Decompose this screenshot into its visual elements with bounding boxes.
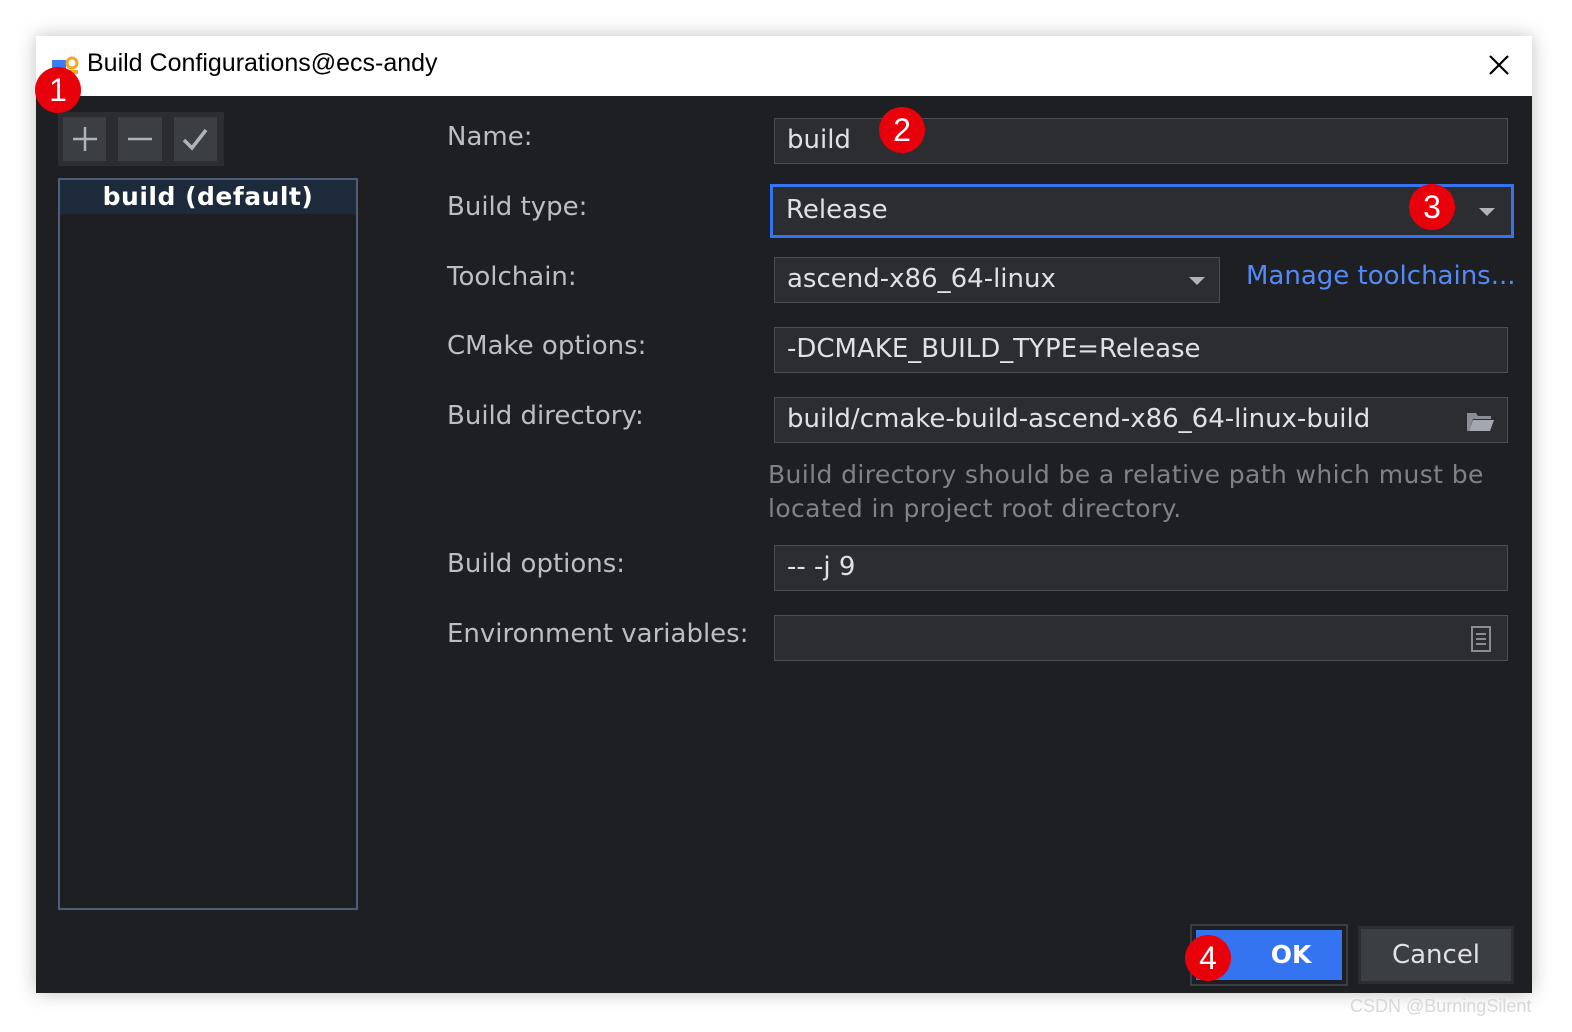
name-label: Name:	[447, 122, 533, 152]
close-button[interactable]	[1482, 48, 1516, 82]
toolchain-select[interactable]: ascend-x86_64-linux	[774, 257, 1220, 303]
folder-icon[interactable]	[1465, 407, 1495, 435]
annotation-marker-1: 1	[35, 67, 81, 113]
build-options-value: -- -j 9	[787, 552, 856, 582]
cmake-options-value: -DCMAKE_BUILD_TYPE=Release	[787, 334, 1201, 364]
config-list: build (default)	[58, 178, 358, 910]
apply-config-button[interactable]	[173, 117, 217, 161]
cancel-button[interactable]: Cancel	[1358, 926, 1514, 984]
env-vars-input[interactable]	[774, 615, 1508, 661]
edit-list-icon[interactable]	[1469, 625, 1493, 653]
manage-toolchains-link[interactable]: Manage toolchains...	[1246, 261, 1516, 291]
annotation-marker-2: 2	[879, 107, 925, 153]
add-config-button[interactable]	[63, 117, 107, 161]
build-options-input[interactable]: -- -j 9	[774, 545, 1508, 591]
build-directory-input[interactable]: build/cmake-build-ascend-x86_64-linux-bu…	[774, 397, 1508, 443]
check-icon	[183, 128, 208, 151]
window-title: Build Configurations@ecs-andy	[87, 49, 438, 77]
build-options-label: Build options:	[447, 549, 626, 579]
build-directory-hint: Build directory should be a relative pat…	[768, 460, 1484, 523]
annotation-marker-4: 4	[1185, 935, 1231, 981]
list-item[interactable]: build (default)	[60, 180, 356, 214]
plus-icon	[72, 127, 97, 151]
title-bar: Build Configurations@ecs-andy	[36, 36, 1532, 96]
close-icon	[1489, 55, 1509, 75]
name-value: build	[787, 125, 851, 155]
watermark: CSDN @BurningSilent	[1350, 996, 1532, 1016]
toolchain-label: Toolchain:	[447, 262, 577, 292]
annotation-marker-3: 3	[1409, 184, 1455, 230]
config-toolbar	[58, 112, 224, 166]
build-directory-value: build/cmake-build-ascend-x86_64-linux-bu…	[787, 404, 1371, 434]
build-directory-label: Build directory:	[447, 401, 644, 431]
cmake-options-input[interactable]: -DCMAKE_BUILD_TYPE=Release	[774, 327, 1508, 373]
ok-button-label: OK	[1270, 940, 1312, 969]
chevron-down-icon	[1189, 277, 1205, 285]
minus-icon	[127, 137, 152, 141]
build-type-select[interactable]: Release	[770, 184, 1514, 238]
env-vars-label: Environment variables:	[447, 619, 749, 649]
build-configurations-dialog: Build Configurations@ecs-andy build (def…	[36, 36, 1532, 993]
chevron-down-icon	[1479, 208, 1495, 216]
remove-config-button[interactable]	[118, 117, 162, 161]
build-type-label: Build type:	[447, 192, 588, 222]
toolchain-value: ascend-x86_64-linux	[787, 264, 1056, 294]
cmake-options-label: CMake options:	[447, 331, 647, 361]
build-type-value: Release	[786, 195, 888, 225]
